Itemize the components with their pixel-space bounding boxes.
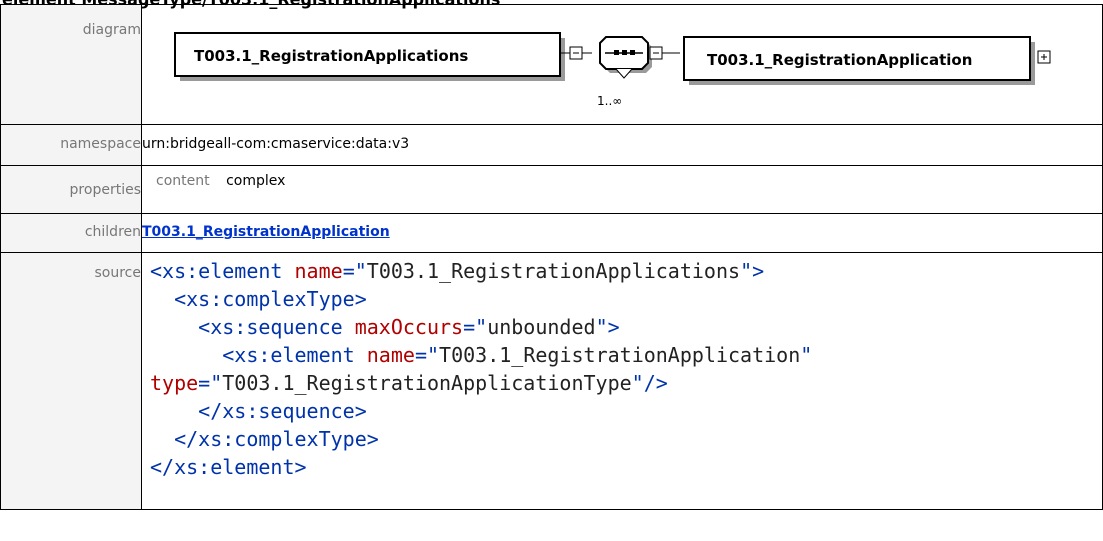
label-properties: properties [0,165,142,214]
document-page: element MessageType/T003.1_RegistrationA… [0,0,1103,541]
label-source: source [0,252,142,510]
diagram-svg: T003.1_RegistrationApplications 1..∞ [174,32,680,108]
property-key: content [156,173,210,189]
property-value: complex [226,173,286,189]
source-line-7: </xs:complexType> [174,427,379,451]
source-code-cell: <xs:element name="T003.1_RegistrationApp… [141,252,1103,510]
label-namespace: namespace [0,124,142,166]
row-children: children T003.1_RegistrationApplication [0,213,1103,253]
child-element-label: T003.1_RegistrationApplication [707,51,972,69]
element-table: diagram T003.1_RegistrationApplications [0,4,1103,510]
source-line-3: <xs:sequence maxOccurs="unbounded"> [198,315,620,339]
row-diagram: diagram T003.1_RegistrationApplications [0,4,1103,125]
label-diagram: diagram [0,4,142,125]
root-element-label: T003.1_RegistrationApplications [194,47,468,65]
source-line-2: <xs:complexType> [174,287,367,311]
source-line-1: <xs:element name="T003.1_RegistrationApp… [150,259,765,283]
schema-diagram: T003.1_RegistrationApplications 1..∞ [142,5,742,124]
child-element-svg: T003.1_RegistrationApplication [682,35,1050,85]
row-properties: properties content complex [0,165,1103,214]
child-element-link[interactable]: T003.1_RegistrationApplication [142,214,390,240]
source-line-4: <xs:element name="T003.1_RegistrationApp… [222,343,813,367]
source-line-8: </xs:element> [150,455,307,479]
row-source: source <xs:element name="T003.1_Registra… [0,252,1103,510]
source-code: <xs:element name="T003.1_RegistrationApp… [142,253,1102,481]
namespace-value: urn:bridgeall-com:cmaservice:data:v3 [141,124,1103,166]
properties-value: content complex [141,165,1103,214]
source-line-6: </xs:sequence> [198,399,367,423]
row-namespace: namespace urn:bridgeall-com:cmaservice:d… [0,124,1103,166]
diagram-cell: T003.1_RegistrationApplications 1..∞ T00… [141,4,1103,125]
children-value: T003.1_RegistrationApplication [141,213,1103,253]
source-line-5: type="T003.1_RegistrationApplicationType… [150,371,668,395]
label-children: children [0,213,142,253]
occurrence-label: 1..∞ [597,94,622,108]
